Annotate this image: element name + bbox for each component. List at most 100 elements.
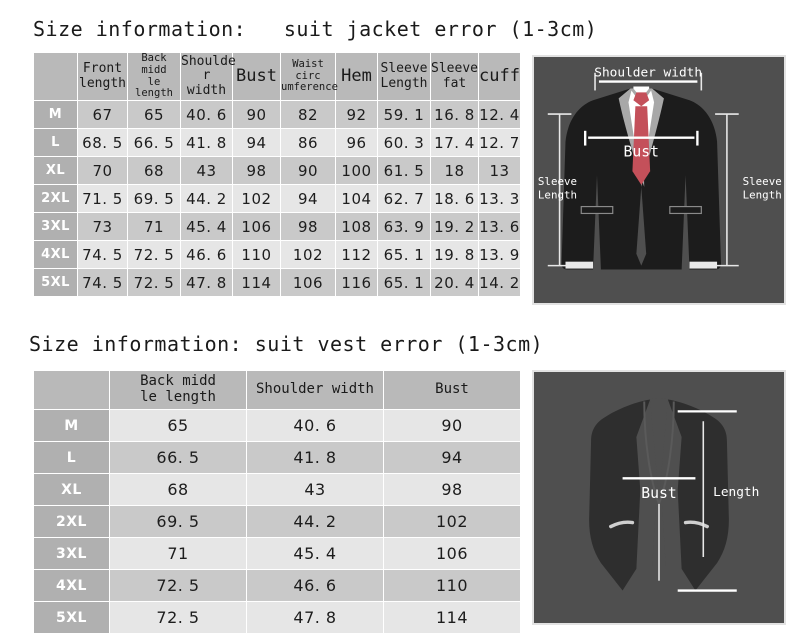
jacket-size-label-xl: XL (33, 156, 78, 185)
jacket-size-label-3xl: 3XL (33, 212, 78, 241)
jacket-cell: 17. 4 (430, 128, 479, 157)
vest-diagram-panel: Bust Length (532, 370, 786, 625)
vest-header-back-middle-length-line2: le length (140, 389, 216, 405)
jacket-header-sleeve-length: Sleeve Length (377, 52, 431, 101)
jacket-cell: 98 (232, 156, 281, 185)
jacket-cell: 45. 4 (180, 212, 233, 241)
jacket-header-front-length-line1: Front (82, 60, 123, 76)
jacket-cell: 20. 4 (430, 268, 479, 297)
vest-size-label-2xl: 2XL (33, 505, 110, 538)
jacket-cell: 71 (127, 212, 181, 241)
jacket-cell: 74. 5 (77, 268, 128, 297)
vest-table-row: L 66. 5 41. 8 94 (33, 441, 521, 474)
vest-header-back-middle-length: Back midd le length (109, 370, 247, 410)
sleeve-length-left-label-line2: Length (538, 189, 577, 202)
jacket-cell: 41. 8 (180, 128, 233, 157)
jacket-table-row: XL 70 68 43 98 90 100 61. 5 18 13 (33, 156, 521, 185)
jacket-cell: 86 (280, 128, 336, 157)
jacket-cell: 65. 1 (377, 240, 431, 269)
vest-header-shoulder-width: Shoulder width (246, 370, 384, 410)
vest-cell: 69. 5 (109, 505, 247, 538)
jacket-cell: 18. 6 (430, 184, 479, 213)
jacket-header-waist-line1: Waist circ (292, 57, 324, 82)
sleeve-length-left-label-line1: Sleeve (538, 175, 577, 188)
jacket-cell: 94 (280, 184, 336, 213)
jacket-header-waist-line2: umference (281, 81, 338, 94)
jacket-cell: 65. 1 (377, 268, 431, 297)
vest-cell: 114 (383, 601, 521, 634)
jacket-header-bust: Bust (232, 52, 281, 101)
vest-bust-label: Bust (641, 485, 677, 502)
jacket-cell: 47. 8 (180, 268, 233, 297)
vest-size-label-xl: XL (33, 473, 110, 506)
jacket-header-back-middle-length: Back midd le length (127, 52, 181, 101)
jacket-cell: 19. 8 (430, 240, 479, 269)
vest-cell: 72. 5 (109, 601, 247, 634)
jacket-table-row: 4XL 74. 5 72. 5 46. 6 110 102 112 65. 1 19. 8 13.… (33, 240, 521, 269)
jacket-cell: 72. 5 (127, 240, 181, 269)
vest-header-row: Back midd le length Shoulder width Bust (33, 370, 521, 410)
vest-table-row: XL 68 43 98 (33, 473, 521, 506)
jacket-cell: 106 (280, 268, 336, 297)
jacket-size-label-5xl: 5XL (33, 268, 78, 297)
vest-cell: 90 (383, 409, 521, 442)
jacket-cell: 108 (335, 212, 378, 241)
jacket-size-label-l: L (33, 128, 78, 157)
jacket-cell: 116 (335, 268, 378, 297)
jacket-cuff-right (689, 261, 718, 269)
vest-size-label-5xl: 5XL (33, 601, 110, 634)
jacket-header-back-middle-length-line2: le length (135, 75, 173, 100)
jacket-cell: 65 (127, 100, 181, 129)
vest-table-row: 5XL 72. 5 47. 8 114 (33, 601, 521, 634)
jacket-header-sleeve-fat: Sleeve fat (430, 52, 479, 101)
vest-cell: 45. 4 (246, 537, 384, 570)
jacket-header-sleeve-fat-line2: fat (442, 75, 467, 91)
vest-cell: 43 (246, 473, 384, 506)
jacket-cell: 94 (232, 128, 281, 157)
jacket-header-sleeve-length-line2: Length (380, 75, 428, 91)
jacket-cell: 44. 2 (180, 184, 233, 213)
vest-table-body: M 65 40. 6 90 L 66. 5 41. 8 94 XL 68 43 98 2XL 69. 54… (33, 409, 521, 634)
jacket-cell: 96 (335, 128, 378, 157)
jacket-cell: 110 (232, 240, 281, 269)
jacket-header-hem: Hem (335, 52, 378, 101)
jacket-cell: 13. 9 (478, 240, 521, 269)
jacket-cell: 63. 9 (377, 212, 431, 241)
jacket-pocket-right (669, 205, 702, 215)
jacket-cell: 82 (280, 100, 336, 129)
shoulder-width-label: Shoulder width (594, 66, 702, 81)
jacket-cell: 66. 5 (127, 128, 181, 157)
jacket-pocket-left (580, 205, 614, 215)
jacket-header-sleeve-length-line1: Sleeve (380, 60, 428, 76)
vest-cell: 46. 6 (246, 569, 384, 602)
jacket-cell: 106 (232, 212, 281, 241)
vest-cell: 72. 5 (109, 569, 247, 602)
vest-cell: 66. 5 (109, 441, 247, 474)
jacket-header-front-length: Front length (77, 52, 128, 101)
jacket-table-header: Front length Back midd le length Shoulde r … (33, 52, 521, 101)
jacket-cell: 19. 2 (430, 212, 479, 241)
jacket-header-row: Front length Back midd le length Shoulde r … (33, 52, 521, 101)
jacket-cell: 60. 3 (377, 128, 431, 157)
jacket-cell: 59. 1 (377, 100, 431, 129)
jacket-section-title: Size information: suit jacket error (1-3… (33, 17, 598, 41)
jacket-header-shoulder-width-line2: r width (186, 68, 227, 98)
jacket-cell: 70 (77, 156, 128, 185)
jacket-cell: 46. 6 (180, 240, 233, 269)
jacket-cell: 112 (335, 240, 378, 269)
jacket-cell: 90 (232, 100, 281, 129)
vest-cell: 106 (383, 537, 521, 570)
jacket-table-row: 3XL 73 71 45. 4 106 98 108 63. 9 19. 2 13. 6 (33, 212, 521, 241)
jacket-cell: 68. 5 (77, 128, 128, 157)
sleeve-length-right-label-line1: Sleeve (743, 175, 782, 188)
vest-cell: 110 (383, 569, 521, 602)
vest-illustration: Bust Length (589, 398, 759, 592)
jacket-cell: 67 (77, 100, 128, 129)
jacket-cell: 72. 5 (127, 268, 181, 297)
vest-cell: 40. 6 (246, 409, 384, 442)
jacket-cell: 14. 2 (478, 268, 521, 297)
jacket-cell: 114 (232, 268, 281, 297)
vest-cell: 68 (109, 473, 247, 506)
vest-table-row: 2XL 69. 5 44. 2 102 (33, 505, 521, 538)
jacket-header-back-middle-length-line1: Back midd (141, 52, 167, 76)
